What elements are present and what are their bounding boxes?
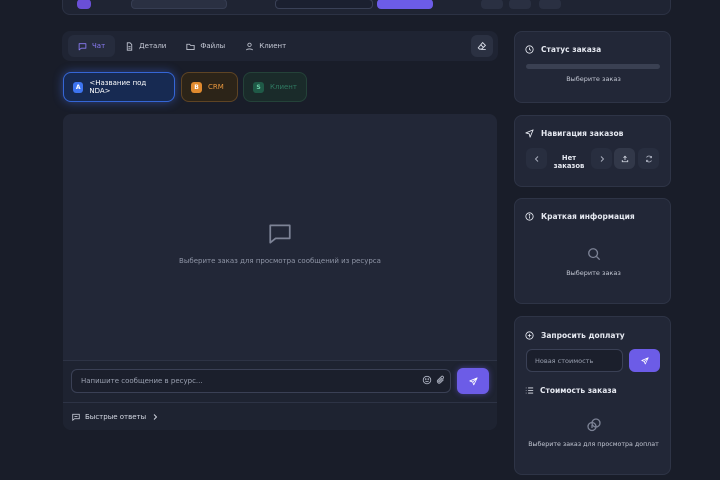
tab-client[interactable]: Клиент xyxy=(235,35,296,57)
chevron-left-icon xyxy=(533,155,541,163)
card-title: Стоимость заказа xyxy=(525,386,617,395)
send-icon xyxy=(468,376,478,386)
list-icon xyxy=(525,386,534,395)
user-icon xyxy=(245,42,254,51)
chat-empty-state: Выберите заказ для просмотра сообщений и… xyxy=(63,114,497,360)
plus-circle-icon xyxy=(525,331,534,340)
chat-panel: Выберите заказ для просмотра сообщений и… xyxy=(63,114,497,430)
info-icon xyxy=(525,212,534,221)
resource-button-nda[interactable]: A <Название под NDA> xyxy=(63,72,175,102)
message-square-icon xyxy=(267,209,293,257)
chevron-right-icon xyxy=(598,155,606,163)
cost-title: Стоимость заказа xyxy=(540,386,617,395)
resource-button-crm[interactable]: B CRM xyxy=(181,72,238,102)
brief-info-card: Краткая информация Выберите заказ xyxy=(514,198,671,304)
upload-icon xyxy=(621,155,629,163)
tab-label: Детали xyxy=(139,42,167,50)
order-status-card: Статус заказа Выберите заказ xyxy=(514,31,671,103)
tab-files[interactable]: Файлы xyxy=(176,35,235,57)
header-icon-button[interactable] xyxy=(539,0,561,9)
nav-status-label: Нет заказов xyxy=(553,154,585,170)
resource-label: CRM xyxy=(208,83,224,91)
upload-button[interactable] xyxy=(614,148,635,169)
info-title: Краткая информация xyxy=(541,212,635,221)
clock-icon xyxy=(525,45,534,54)
eraser-icon xyxy=(477,41,487,51)
status-title: Статус заказа xyxy=(541,45,602,54)
header-icon-button[interactable] xyxy=(481,0,503,9)
clear-button[interactable] xyxy=(471,35,493,57)
refresh-icon xyxy=(645,155,653,163)
chevron-right-icon xyxy=(151,413,159,421)
cost-empty-text: Выберите заказ для просмотра доплат xyxy=(528,441,659,448)
nav-title: Навигация заказов xyxy=(541,129,624,138)
send-button[interactable] xyxy=(457,368,489,394)
emoji-icon[interactable] xyxy=(422,375,432,385)
next-order-button[interactable] xyxy=(591,148,612,169)
status-progress-bar xyxy=(526,64,660,69)
resource-label: Клиент xyxy=(270,83,297,91)
card-title: Навигация заказов xyxy=(525,129,623,138)
chat-icon xyxy=(78,42,87,51)
header-select[interactable] xyxy=(275,0,373,9)
chat-empty-text: Выберите заказ для просмотра сообщений и… xyxy=(179,257,381,265)
message-composer xyxy=(63,360,497,402)
tab-label: Клиент xyxy=(259,42,287,50)
previous-order-button[interactable] xyxy=(526,148,547,169)
tab-label: Файлы xyxy=(200,42,226,50)
card-title: Статус заказа xyxy=(525,45,601,54)
app-logo xyxy=(77,0,91,9)
status-text: Выберите заказ xyxy=(566,75,621,83)
card-title: Краткая информация xyxy=(525,212,635,221)
resource-label: <Название под NDA> xyxy=(89,79,147,95)
tab-label: Чат xyxy=(92,42,106,50)
send-icon xyxy=(640,356,649,365)
resource-badge: S xyxy=(253,81,264,93)
header-primary-button[interactable] xyxy=(377,0,433,9)
resource-badge: A xyxy=(73,81,84,93)
quick-replies-label: Быстрые ответы xyxy=(85,412,147,421)
cost-empty-state: Выберите заказ для просмотра доплат xyxy=(515,417,672,448)
coins-icon xyxy=(586,417,602,433)
header-icon-button[interactable] xyxy=(509,0,531,9)
navigation-arrow-icon xyxy=(525,129,534,138)
extra-payment-card: Запросить доплату Стоимость заказа Выбер… xyxy=(514,316,671,475)
quick-replies-toggle[interactable]: Быстрые ответы xyxy=(63,402,497,430)
paperclip-icon[interactable] xyxy=(436,375,446,385)
order-navigation-card: Навигация заказов Нет заказов xyxy=(514,115,671,187)
message-box-icon xyxy=(72,413,80,421)
request-payment-button[interactable] xyxy=(629,349,660,372)
payment-title: Запросить доплату xyxy=(541,331,625,340)
message-input[interactable] xyxy=(71,369,451,393)
info-empty-state: Выберите заказ xyxy=(515,247,672,277)
card-title: Запросить доплату xyxy=(525,331,625,340)
tabs-bar: Чат Детали Файлы Клиент xyxy=(62,31,498,61)
resource-badge: B xyxy=(191,81,202,93)
info-empty-text: Выберите заказ xyxy=(566,269,621,277)
top-header xyxy=(62,0,671,15)
tab-chat[interactable]: Чат xyxy=(68,35,116,57)
new-cost-input[interactable] xyxy=(526,349,623,372)
header-search[interactable] xyxy=(131,0,227,9)
folder-icon xyxy=(186,42,195,51)
resource-button-client[interactable]: S Клиент xyxy=(243,72,307,102)
tab-details[interactable]: Детали xyxy=(115,35,176,57)
search-icon xyxy=(587,247,601,261)
refresh-button[interactable] xyxy=(638,148,659,169)
document-icon xyxy=(125,41,134,51)
